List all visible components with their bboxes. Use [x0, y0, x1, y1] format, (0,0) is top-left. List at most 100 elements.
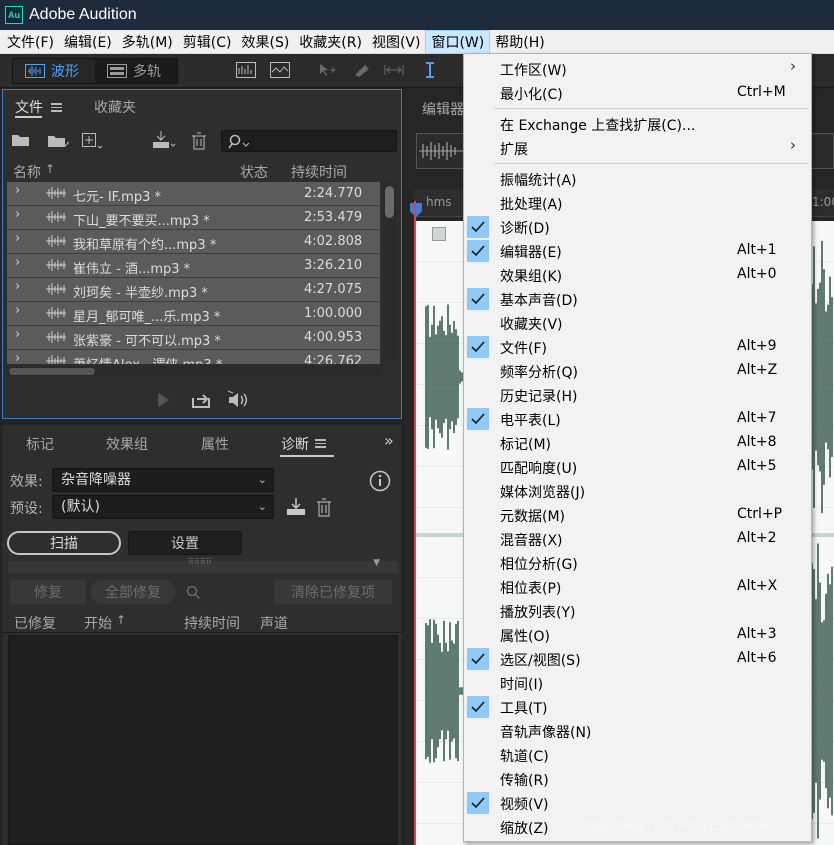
file-row[interactable]: › 刘珂矣 - 半壶纱.mp3 * 4:27.075 — [7, 278, 380, 302]
file-row[interactable]: › 我和草原有个约...mp3 * 4:02.808 — [7, 230, 380, 254]
col-duration[interactable]: 持续时间 — [291, 162, 347, 182]
files-horizontal-scrollbar[interactable] — [7, 366, 381, 376]
tab-effects-rack[interactable]: 效果组 — [106, 434, 148, 454]
window-menu-item[interactable]: 在 Exchange 上查找扩展(C)... — [464, 112, 811, 136]
window-menu-item[interactable]: 传输(R) — [464, 767, 811, 791]
window-menu-item[interactable]: 扩展 › — [464, 136, 811, 160]
window-menu-item[interactable]: 效果组(K) Alt+0 — [464, 263, 811, 287]
delete-preset-icon[interactable] — [316, 497, 332, 517]
menu-favorites[interactable]: 收藏夹(R) — [294, 30, 367, 54]
window-menu-item[interactable]: 元数据(M) Ctrl+P — [464, 503, 811, 527]
chevron-right-icon[interactable]: › — [15, 207, 20, 222]
chevron-right-icon[interactable]: › — [15, 231, 20, 246]
window-menu-item[interactable]: 最小化(C) Ctrl+M — [464, 81, 811, 105]
col-repaired[interactable]: 已修复 — [14, 613, 56, 633]
files-vertical-scrollbar[interactable] — [382, 182, 396, 360]
col-start[interactable]: 开始 — [84, 613, 112, 633]
chevron-right-icon[interactable]: › — [15, 327, 20, 342]
file-row[interactable]: › 萧忆情Alex...谓侠.mp3 * 4:26.762 — [7, 350, 380, 364]
diag-panel-menu-icon[interactable] — [315, 439, 326, 448]
tab-favorites[interactable]: 收藏夹 — [82, 90, 148, 124]
menu-file[interactable]: 文件(F) — [2, 30, 59, 54]
window-menu-item[interactable]: 工具(T) — [464, 695, 811, 719]
tab-files[interactable]: 文件 — [3, 90, 74, 124]
files-search-input[interactable] — [221, 130, 397, 152]
new-file-icon[interactable] — [81, 132, 103, 150]
window-menu-item[interactable]: 历史记录(H) — [464, 383, 811, 407]
window-menu-item[interactable]: 编辑器(E) Alt+1 — [464, 239, 811, 263]
window-menu-item[interactable]: 视频(V) — [464, 791, 811, 815]
tab-markers[interactable]: 标记 — [26, 434, 54, 454]
chevron-right-icon[interactable]: › — [15, 255, 20, 270]
window-menu-item[interactable]: 播放列表(Y) — [464, 599, 811, 623]
waveform-mode-button[interactable]: 波形 — [13, 59, 95, 83]
panel-menu-icon[interactable] — [51, 102, 62, 112]
window-menu-item[interactable]: 频率分析(Q) Alt+Z — [464, 359, 811, 383]
menu-multitrack[interactable]: 多轨(M) — [117, 30, 178, 54]
razor-tool-icon[interactable] — [352, 62, 372, 78]
window-menu-item[interactable]: 选区/视图(S) Alt+6 — [464, 647, 811, 671]
file-row[interactable]: › 张紫豪 - 可不可以.mp3 * 4:00.953 — [7, 326, 380, 350]
window-menu-item[interactable]: 收藏夹(V) — [464, 311, 811, 335]
move-tool-icon[interactable] — [316, 62, 336, 78]
spectral-display-icon[interactable] — [236, 62, 256, 78]
file-row[interactable]: › 下山_要不要买...mp3 * 2:53.479 — [7, 206, 380, 230]
window-menu-item[interactable]: 电平表(L) Alt+7 — [464, 407, 811, 431]
window-menu-item[interactable]: 媒体浏览器(J) — [464, 479, 811, 503]
col-duration[interactable]: 持续时间 — [184, 613, 240, 633]
col-status[interactable]: 状态 — [240, 162, 268, 182]
window-menu-item[interactable]: 批处理(A) — [464, 191, 811, 215]
chevron-right-icon[interactable]: › — [15, 279, 20, 294]
window-menu-item[interactable]: 诊断(D) — [464, 215, 811, 239]
window-menu-item[interactable]: 文件(F) Alt+9 — [464, 335, 811, 359]
window-menu-item[interactable]: 时间(I) — [464, 671, 811, 695]
insert-into-multitrack-icon[interactable] — [151, 130, 177, 150]
col-channel[interactable]: 声道 — [260, 613, 288, 633]
window-menu-item[interactable]: 属性(O) Alt+3 — [464, 623, 811, 647]
chevron-right-icon[interactable]: › — [15, 303, 20, 318]
tab-diagnostics[interactable]: 诊断 — [281, 434, 309, 454]
diag-results-list[interactable] — [8, 635, 398, 845]
chevron-right-icon[interactable]: › — [15, 351, 20, 364]
autoplay-volume-icon[interactable] — [227, 390, 255, 410]
zoom-icon[interactable] — [186, 585, 202, 601]
menu-effects[interactable]: 效果(S) — [236, 30, 294, 54]
menu-window[interactable]: 窗口(W) — [425, 29, 491, 54]
slip-tool-icon[interactable] — [384, 62, 404, 78]
settings-collapse-bar[interactable]: ⠿⠿⠿⠿ ▼ — [8, 557, 398, 573]
delete-icon[interactable] — [191, 132, 207, 150]
file-row[interactable]: › 崔伟立 - 酒...mp3 * 3:26.210 — [7, 254, 380, 278]
repair-button[interactable]: 修复 — [10, 580, 86, 604]
open-folder-icon[interactable] — [11, 132, 31, 148]
tab-editor[interactable]: 编辑器 — [422, 99, 464, 119]
multitrack-mode-button[interactable]: 多轨 — [95, 59, 177, 83]
clear-repaired-button[interactable]: 清除已修复项 — [274, 580, 392, 604]
window-menu-item[interactable]: 音轨声像器(N) — [464, 719, 811, 743]
loop-icon[interactable] — [191, 390, 213, 410]
pitch-display-icon[interactable] — [270, 62, 290, 78]
window-menu-item[interactable]: 振幅统计(A) — [464, 167, 811, 191]
repair-all-button[interactable]: 全部修复 — [90, 580, 176, 604]
save-preset-icon[interactable] — [285, 497, 307, 517]
menu-help[interactable]: 帮助(H) — [490, 30, 549, 54]
info-icon[interactable] — [369, 470, 391, 492]
menu-clip[interactable]: 剪辑(C) — [178, 30, 237, 54]
menu-view[interactable]: 视图(V) — [367, 30, 426, 54]
file-row[interactable]: › 星月_郁可唯_...乐.mp3 * 1:00.000 — [7, 302, 380, 326]
window-menu-item[interactable]: 工作区(W) › — [464, 57, 811, 81]
menu-edit[interactable]: 编辑(E) — [59, 30, 117, 54]
import-file-icon[interactable] — [47, 132, 69, 150]
chevron-right-icon[interactable]: › — [15, 183, 20, 198]
window-menu-item[interactable]: 轨道(C) — [464, 743, 811, 767]
time-selection-tool-icon[interactable] — [420, 62, 440, 78]
settings-button[interactable]: 设置 — [128, 531, 242, 555]
file-row[interactable]: › 七元- IF.mp3 * 2:24.770 — [7, 182, 380, 206]
window-menu-item[interactable]: 混音器(X) Alt+2 — [464, 527, 811, 551]
scan-button[interactable]: 扫描 — [7, 531, 121, 555]
effect-select[interactable]: 杂音降噪器 ⌄ — [52, 468, 274, 492]
window-menu-item[interactable]: 匹配响度(U) Alt+5 — [464, 455, 811, 479]
window-menu-item[interactable]: 相位分析(G) — [464, 551, 811, 575]
window-menu-item[interactable]: 基本声音(D) — [464, 287, 811, 311]
overview-navigator[interactable] — [416, 133, 466, 169]
window-menu-item[interactable]: 标记(M) Alt+8 — [464, 431, 811, 455]
